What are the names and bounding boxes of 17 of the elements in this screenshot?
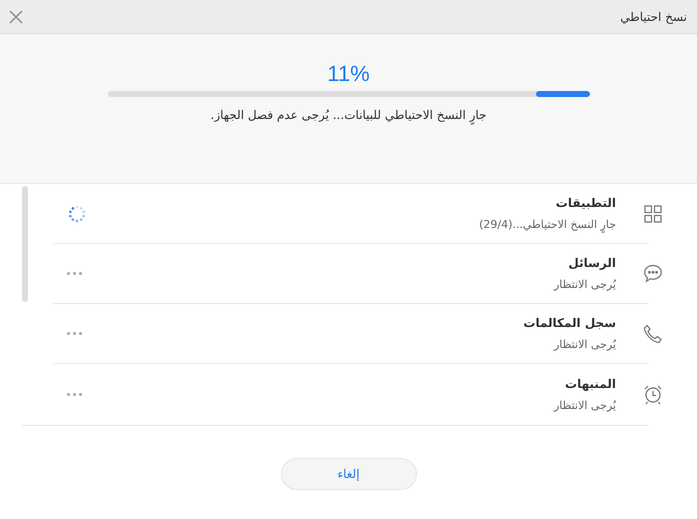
item-status: جارٍ النسخ الاحتياطي...(29/4)	[478, 218, 616, 231]
scrollbar[interactable]	[22, 186, 28, 302]
item-status: يُرجى الانتظار	[552, 278, 616, 291]
item-name: سجل المكالمات	[522, 316, 616, 330]
progress-percent: 11%	[327, 61, 370, 87]
item-status: يُرجى الانتظار	[552, 338, 616, 351]
item-name: المنبهات	[564, 376, 616, 390]
grid-icon	[644, 204, 662, 222]
cancel-button[interactable]: إلغاء	[280, 458, 416, 490]
chat-bubble-icon	[643, 264, 663, 283]
item-name: الرسائل	[567, 256, 616, 270]
item-name: التطبيقات	[554, 196, 616, 210]
phone-icon	[643, 324, 663, 344]
window-title: نسخ احتياطي	[620, 10, 687, 24]
item-status: يُرجى الانتظار	[552, 398, 616, 412]
close-button[interactable]	[8, 8, 24, 24]
alarm-clock-icon	[643, 384, 663, 404]
